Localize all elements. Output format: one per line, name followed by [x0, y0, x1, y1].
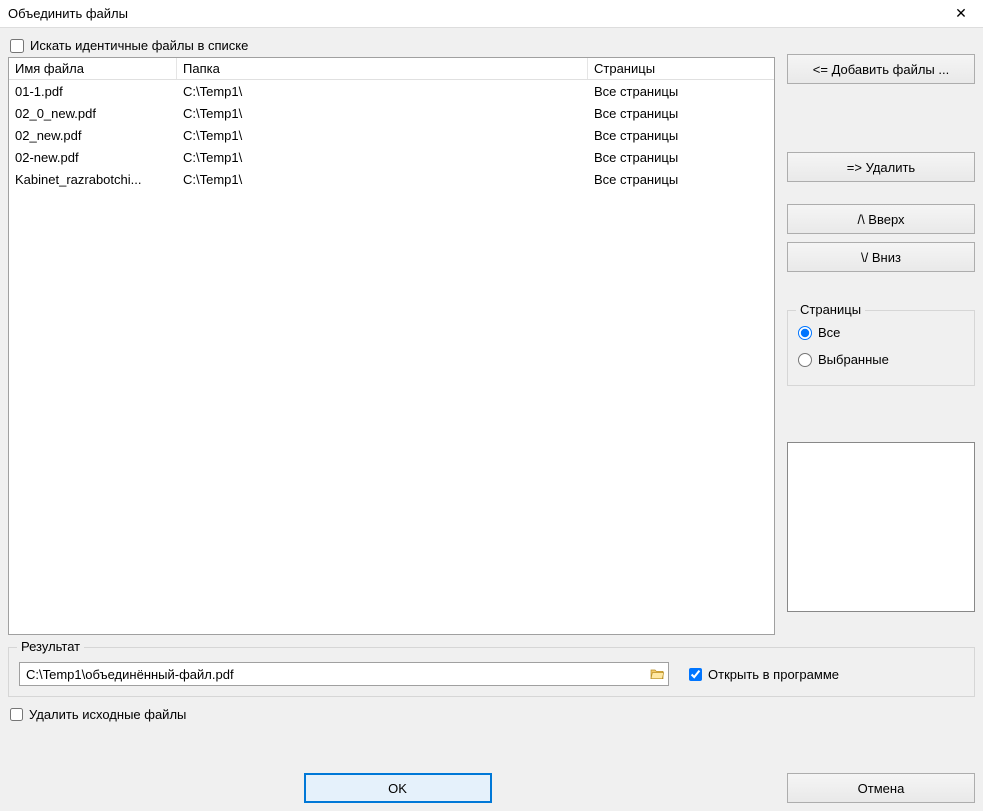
cell-pages: Все страницы [588, 124, 774, 146]
cell-pages: Все страницы [588, 168, 774, 190]
search-identical-checkbox-row[interactable]: Искать идентичные файлы в списке [8, 36, 775, 57]
pages-all-label: Все [818, 325, 840, 340]
header-name[interactable]: Имя файла [9, 58, 177, 79]
cell-name: 02_0_new.pdf [9, 102, 177, 124]
cancel-button[interactable]: Отмена [787, 773, 975, 803]
result-group: Результат Открыть в программе [8, 647, 975, 697]
header-folder[interactable]: Папка [177, 58, 588, 79]
close-button[interactable]: ✕ [939, 0, 983, 28]
footer: OK Отмена [0, 773, 983, 803]
delete-source-row[interactable]: Удалить исходные файлы [8, 707, 975, 722]
table-header: Имя файла Папка Страницы [9, 58, 774, 80]
cell-folder: C:\Temp1\ [177, 146, 588, 168]
search-identical-label: Искать идентичные файлы в списке [30, 38, 248, 53]
search-identical-checkbox[interactable] [10, 39, 24, 53]
window-title: Объединить файлы [8, 6, 128, 21]
pages-selected-radio-row[interactable]: Выбранные [798, 346, 964, 373]
table-body: 01-1.pdfC:\Temp1\Все страницы02_0_new.pd… [9, 80, 774, 190]
cell-folder: C:\Temp1\ [177, 80, 588, 102]
move-down-button[interactable]: \/ Вниз [787, 242, 975, 272]
cell-folder: C:\Temp1\ [177, 124, 588, 146]
result-legend: Результат [17, 639, 84, 654]
move-up-button[interactable]: /\ Вверх [787, 204, 975, 234]
pages-selected-label: Выбранные [818, 352, 889, 367]
table-row[interactable]: 02_new.pdfC:\Temp1\Все страницы [9, 124, 774, 146]
cell-name: 01-1.pdf [9, 80, 177, 102]
open-in-program-row[interactable]: Открыть в программе [689, 667, 839, 682]
table-row[interactable]: Kabinet_razrabotchi...C:\Temp1\Все стран… [9, 168, 774, 190]
remove-button[interactable]: => Удалить [787, 152, 975, 182]
file-table[interactable]: Имя файла Папка Страницы 01-1.pdfC:\Temp… [8, 57, 775, 635]
pages-group: Страницы Все Выбранные [787, 310, 975, 386]
delete-source-checkbox[interactable] [10, 708, 23, 721]
open-in-program-checkbox[interactable] [689, 668, 702, 681]
open-in-program-label: Открыть в программе [708, 667, 839, 682]
pages-selected-radio[interactable] [798, 353, 812, 367]
header-pages[interactable]: Страницы [588, 58, 774, 79]
cell-pages: Все страницы [588, 146, 774, 168]
cell-pages: Все страницы [588, 80, 774, 102]
cell-folder: C:\Temp1\ [177, 168, 588, 190]
pages-all-radio[interactable] [798, 326, 812, 340]
cell-folder: C:\Temp1\ [177, 102, 588, 124]
table-row[interactable]: 02-new.pdfC:\Temp1\Все страницы [9, 146, 774, 168]
cell-name: 02_new.pdf [9, 124, 177, 146]
cell-name: 02-new.pdf [9, 146, 177, 168]
client-area: Искать идентичные файлы в списке Имя фай… [0, 28, 983, 811]
delete-source-label: Удалить исходные файлы [29, 707, 186, 722]
cell-name: Kabinet_razrabotchi... [9, 168, 177, 190]
folder-open-icon [649, 666, 665, 682]
table-row[interactable]: 02_0_new.pdfC:\Temp1\Все страницы [9, 102, 774, 124]
add-files-button[interactable]: <= Добавить файлы ... [787, 54, 975, 84]
browse-folder-icon[interactable] [648, 665, 666, 683]
side-panel: <= Добавить файлы ... => Удалить /\ Ввер… [787, 36, 975, 612]
pages-all-radio-row[interactable]: Все [798, 319, 964, 346]
close-icon: ✕ [955, 5, 967, 22]
ok-button[interactable]: OK [304, 773, 492, 803]
titlebar: Объединить файлы ✕ [0, 0, 983, 28]
pages-legend: Страницы [796, 302, 865, 317]
result-path-input[interactable] [19, 662, 669, 686]
preview-box [787, 442, 975, 612]
table-row[interactable]: 01-1.pdfC:\Temp1\Все страницы [9, 80, 774, 102]
result-input-wrap [19, 662, 669, 686]
cell-pages: Все страницы [588, 102, 774, 124]
